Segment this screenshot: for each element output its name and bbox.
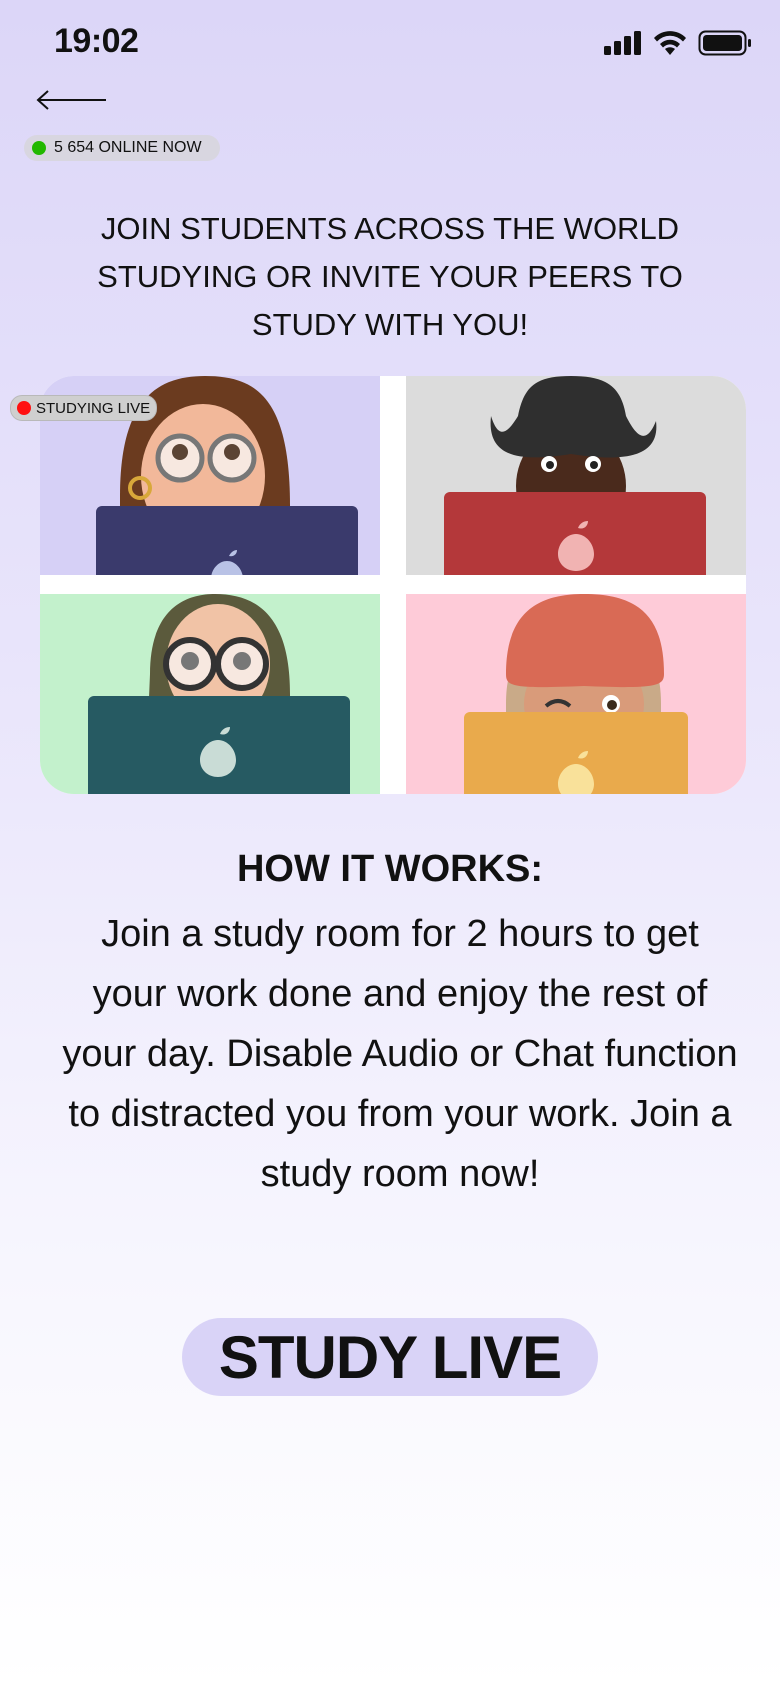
- online-dot-icon: [32, 141, 46, 155]
- status-time: 19:02: [54, 22, 139, 60]
- study-room-grid[interactable]: [40, 376, 746, 794]
- study-live-button[interactable]: STUDY LIVE: [182, 1318, 598, 1396]
- battery-icon: [698, 30, 751, 56]
- intro-heading: JOIN STUDENTS ACROSS THE WORLD STUDYING …: [97, 211, 683, 342]
- how-it-works-title: HOW IT WORKS:: [236, 848, 544, 890]
- wifi-icon: [654, 31, 686, 55]
- status-icons: [604, 30, 752, 56]
- online-count-badge: 5 654 ONLINE NOW: [24, 135, 220, 161]
- studying-live-text: STUDYING LIVE: [36, 399, 151, 417]
- live-dot-icon: [17, 401, 31, 415]
- memoji-hijab-glasses: [40, 594, 380, 794]
- how-it-works-body: Join a study room for 2 hours to get you…: [62, 913, 738, 1195]
- online-count-text: 5 654 ONLINE NOW: [54, 139, 202, 156]
- memoji-beanie-wink: [406, 594, 746, 794]
- memoji-cowboy-hat: [406, 376, 746, 575]
- back-arrow-icon[interactable]: [36, 88, 108, 114]
- signal-icon: [604, 31, 641, 55]
- studying-live-badge: STUDYING LIVE: [10, 395, 158, 421]
